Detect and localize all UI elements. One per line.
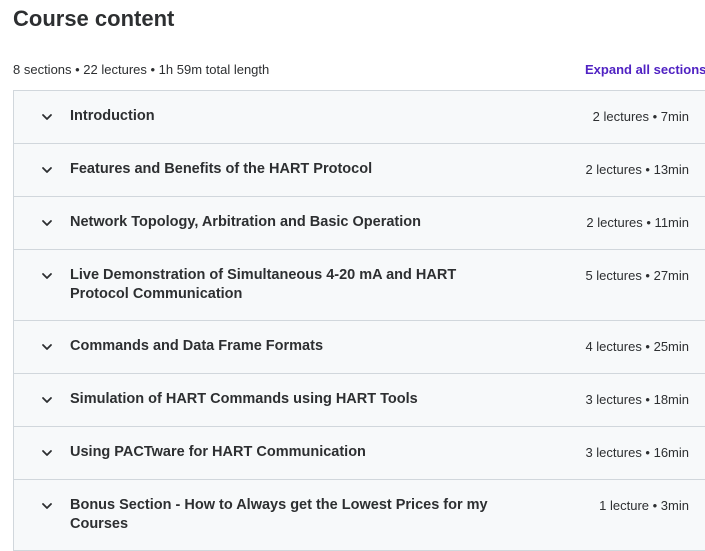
section-title: Live Demonstration of Simultaneous 4-20 … — [70, 267, 457, 302]
expand-all-sections-button[interactable]: Expand all sections — [585, 61, 705, 79]
section-meta: 1 lecture • 3min — [599, 498, 689, 513]
chevron-down-icon — [41, 500, 53, 512]
section-row-pactware[interactable]: Using PACTware for HART Communication 3 … — [14, 427, 705, 480]
section-row-live-demonstration[interactable]: Live Demonstration of Simultaneous 4-20 … — [14, 250, 705, 321]
course-stats: 8 sections • 22 lectures • 1h 59m total … — [13, 62, 270, 77]
section-meta: 2 lectures • 7min — [592, 109, 689, 124]
section-title: Commands and Data Frame Formats — [70, 338, 324, 354]
chevron-down-icon — [41, 111, 53, 123]
chevron-down-icon — [41, 341, 53, 353]
section-title: Bonus Section - How to Always get the Lo… — [70, 497, 488, 532]
section-row-introduction[interactable]: Introduction 2 lectures • 7min — [14, 91, 705, 144]
section-meta: 4 lectures • 25min — [585, 339, 689, 354]
chevron-down-icon — [41, 447, 53, 459]
section-row-network-topology[interactable]: Network Topology, Arbitration and Basic … — [14, 197, 705, 250]
section-row-commands-data-frames[interactable]: Commands and Data Frame Formats 4 lectur… — [14, 321, 705, 374]
section-row-features-benefits[interactable]: Features and Benefits of the HART Protoc… — [14, 144, 705, 197]
section-row-simulation-hart-commands[interactable]: Simulation of HART Commands using HART T… — [14, 374, 705, 427]
section-meta: 3 lectures • 16min — [585, 445, 689, 460]
page-title: Course content — [13, 6, 175, 31]
section-title: Features and Benefits of the HART Protoc… — [70, 161, 373, 177]
section-meta: 5 lectures • 27min — [585, 268, 689, 283]
chevron-down-icon — [41, 270, 53, 282]
section-row-bonus[interactable]: Bonus Section - How to Always get the Lo… — [14, 480, 705, 551]
section-title: Using PACTware for HART Communication — [70, 444, 366, 460]
section-meta: 2 lectures • 13min — [585, 162, 689, 177]
chevron-down-icon — [41, 217, 53, 229]
chevron-down-icon — [41, 394, 53, 406]
section-meta: 3 lectures • 18min — [585, 392, 689, 407]
section-title: Simulation of HART Commands using HART T… — [70, 391, 418, 407]
section-title: Introduction — [70, 108, 155, 124]
section-title: Network Topology, Arbitration and Basic … — [70, 214, 421, 230]
section-meta: 2 lectures • 11min — [586, 215, 689, 230]
section-list: Introduction 2 lectures • 7min Features … — [13, 90, 705, 551]
chevron-down-icon — [41, 164, 53, 176]
